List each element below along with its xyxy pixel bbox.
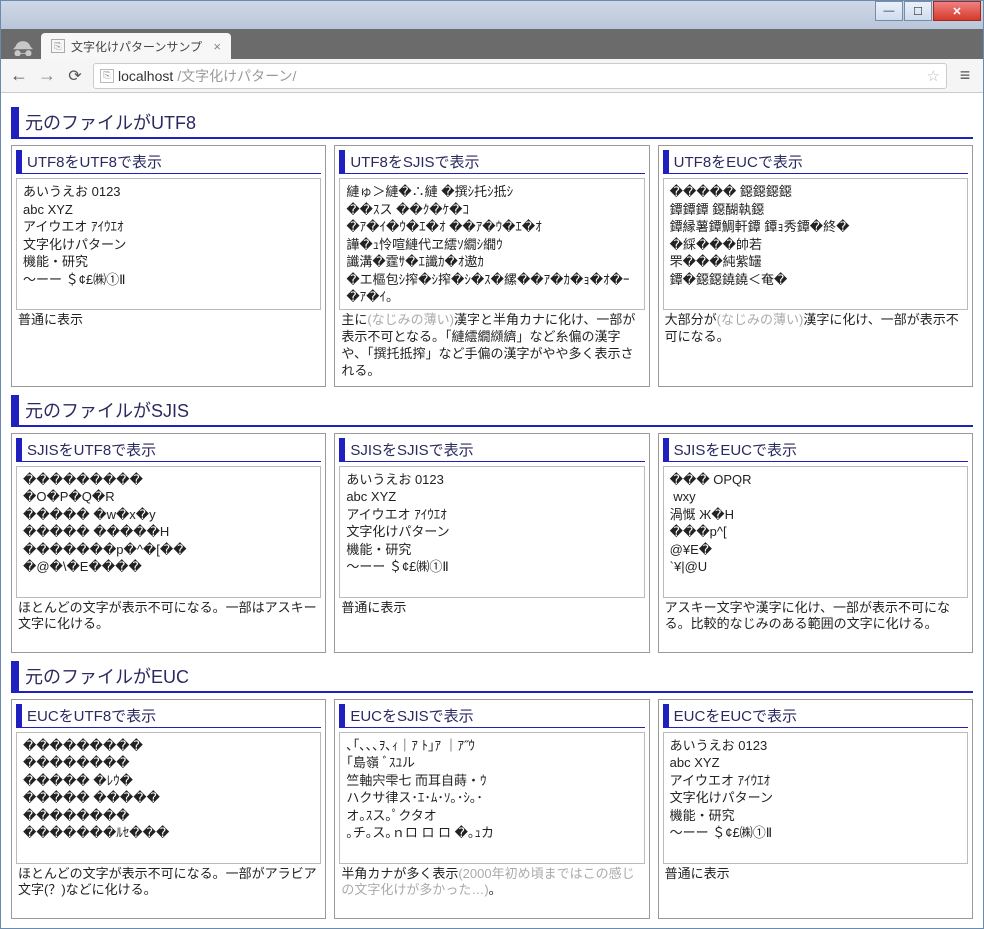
forward-button[interactable]: → (37, 65, 57, 86)
desc-text: 主に (341, 312, 367, 327)
address-bar[interactable]: ⎘ localhost/文字化けパターン/ ☆ (93, 63, 947, 89)
card-body[interactable]: あいうえお 0123 abc XYZ アイウエオ ｱｲｳｴｵ 文字化けパターン … (663, 732, 968, 864)
close-button[interactable]: ✕ (933, 1, 981, 21)
card-header: EUCをUTF8で表示 (16, 704, 321, 728)
card-description: 普通に表示 (663, 864, 968, 885)
card: SJISをUTF8で表示 ��������� �O�P�Q�R ����� �w�… (11, 433, 326, 653)
bookmark-icon[interactable]: ☆ (927, 67, 940, 85)
card-description: 普通に表示 (339, 598, 644, 619)
desc-text: ほとんどの文字が表示不可になる。一部はアスキー文字に化ける。 (18, 600, 317, 632)
desc-text: 普通に表示 (665, 866, 730, 881)
desc-text: 半角カナが多く表示 (341, 866, 458, 881)
menu-button[interactable]: ≡ (955, 65, 975, 86)
card-body[interactable]: あいうえお 0123 abc XYZ アイウエオ ｱｲｳｴｵ 文字化けパターン … (16, 178, 321, 310)
card: UTF8をUTF8で表示あいうえお 0123 abc XYZ アイウエオ ｱｲｳ… (11, 145, 326, 387)
card-description: アスキー文字や漢字に化け、一部が表示不可になる。比較的なじみのある範囲の文字に化… (663, 598, 968, 636)
site-icon: ⎘ (100, 69, 114, 83)
page-icon: ⎘ (51, 39, 65, 53)
back-button[interactable]: ← (9, 65, 29, 86)
tab-title: 文字化けパターンサンプ (71, 38, 207, 55)
card-header: UTF8をUTF8で表示 (16, 150, 321, 174)
card: UTF8をEUCで表示 ����� 鐚鐚鐚鐚 鐔鐔鐔 鐚醐執鐚 鐔縁薯鐔鯛軒鐔 鐔… (658, 145, 973, 387)
tab-close-icon[interactable]: × (213, 39, 221, 54)
minimize-button[interactable]: — (875, 1, 903, 21)
card-header: UTF8をEUCで表示 (663, 150, 968, 174)
card-header: UTF8をSJISで表示 (339, 150, 644, 174)
card-description: 主に(なじみの薄い)漢字と半角カナに化け、一部が表示不可となる。「縺繧繝纐纃」な… (339, 310, 644, 382)
section-header: 元のファイルがSJIS (11, 395, 973, 427)
incognito-icon (9, 35, 37, 59)
card-description: ほとんどの文字が表示不可になる。一部はアスキー文字に化ける。 (16, 598, 321, 636)
address-path: /文字化けパターン/ (177, 66, 296, 86)
desc-faded: (なじみの薄い) (717, 312, 804, 327)
card-row: UTF8をUTF8で表示あいうえお 0123 abc XYZ アイウエオ ｱｲｳ… (11, 145, 973, 387)
card-body[interactable]: ､｢､､､ｦ､ｨ｜ｱ ﾄ｣ｱ ｜ｱ˝ｳ ｢島嶺 ﾞｽﾕル 竺軸宍雫七 而耳自蒔・… (339, 732, 644, 864)
section-header: 元のファイルがUTF8 (11, 107, 973, 139)
card: UTF8をSJISで表示縺ゅ＞縺�∴縺 �撰ｼ托ｼ抵ｼ ��ｽス ��ｸ�ｹ�ｺ… (334, 145, 649, 387)
card-body[interactable]: ��������� �������� ����� �ﾚｳ� ����� ����… (16, 732, 321, 864)
card-description: ほとんどの文字が表示不可になる。一部がアラビア文字(？)などに化ける。 (16, 864, 321, 902)
card-body[interactable]: ��������� �O�P�Q�R ����� �w�x�y ����� ��… (16, 466, 321, 598)
card-row: SJISをUTF8で表示 ��������� �O�P�Q�R ����� �w�… (11, 433, 973, 653)
card-header: SJISをSJISで表示 (339, 438, 644, 462)
desc-text: 普通に表示 (341, 600, 406, 615)
maximize-button[interactable]: ☐ (904, 1, 932, 21)
card-header: EUCをEUCで表示 (663, 704, 968, 728)
browser-toolbar: ← → ⟳ ⎘ localhost/文字化けパターン/ ☆ ≡ (1, 59, 983, 93)
card: EUCをUTF8で表示 ��������� �������� ����� �ﾚｳ�… (11, 699, 326, 919)
card-description: 半角カナが多く表示(2000年初め頃まではこの感じの文字化けが多かった…)。 (339, 864, 644, 902)
app-window: — ☐ ✕ ⎘ 文字化けパターンサンプ × ← → ⟳ ⎘ localhost/… (0, 0, 984, 929)
card: EUCをSJISで表示 ､｢､､､ｦ､ｨ｜ｱ ﾄ｣ｱ ｜ｱ˝ｳ ｢島嶺 ﾞｽﾕル … (334, 699, 649, 919)
card-row: EUCをUTF8で表示 ��������� �������� ����� �ﾚｳ�… (11, 699, 973, 919)
card-body[interactable]: あいうえお 0123 abc XYZ アイウエオ ｱｲｳｴｵ 文字化けパターン … (339, 466, 644, 598)
desc-text: 大部分が (665, 312, 717, 327)
card-header: EUCをSJISで表示 (339, 704, 644, 728)
desc-text: 普通に表示 (18, 312, 83, 327)
section-header: 元のファイルがEUC (11, 661, 973, 693)
tab-bar: ⎘ 文字化けパターンサンプ × (1, 29, 983, 59)
card-body[interactable]: 縺ゅ＞縺�∴縺 �撰ｼ托ｼ抵ｼ ��ｽス ��ｸ�ｹ�ｺ �ｱ�ｲ�ｳ�ｴ�ｵ … (339, 178, 644, 310)
desc-faded: (なじみの薄い) (367, 312, 454, 327)
desc-text: 。 (489, 882, 502, 897)
desc-text: アスキー文字や漢字に化け、一部が表示不可になる。比較的なじみのある範囲の文字に化… (665, 600, 950, 632)
card-description: 普通に表示 (16, 310, 321, 331)
card: SJISをEUCで表示 ��� OPQR wxy 渦慨 Ж�H ���p^[ @¥… (658, 433, 973, 653)
card-description: 大部分が(なじみの薄い)漢字に化け、一部が表示不可になる。 (663, 310, 968, 348)
card-body[interactable]: ����� 鐚鐚鐚鐚 鐔鐔鐔 鐚醐執鐚 鐔縁薯鐔鯛軒鐔 鐔ｮ秀鐔�終� �綵��… (663, 178, 968, 310)
card: SJISをSJISで表示あいうえお 0123 abc XYZ アイウエオ ｱｲｳ… (334, 433, 649, 653)
card-body[interactable]: ��� OPQR wxy 渦慨 Ж�H ���p^[ @¥E� `¥|@U (663, 466, 968, 598)
page-content: 元のファイルがUTF8 UTF8をUTF8で表示あいうえお 0123 abc XY… (1, 93, 983, 928)
card-header: SJISをUTF8で表示 (16, 438, 321, 462)
card-header: SJISをEUCで表示 (663, 438, 968, 462)
card: EUCをEUCで表示あいうえお 0123 abc XYZ アイウエオ ｱｲｳｴｵ… (658, 699, 973, 919)
address-host: localhost (118, 68, 173, 84)
browser-tab[interactable]: ⎘ 文字化けパターンサンプ × (41, 33, 231, 59)
window-buttons: — ☐ ✕ (875, 1, 981, 21)
reload-button[interactable]: ⟳ (65, 66, 85, 86)
window-titlebar: — ☐ ✕ (1, 1, 983, 29)
desc-text: ほとんどの文字が表示不可になる。一部がアラビア文字(？)などに化ける。 (18, 866, 317, 898)
